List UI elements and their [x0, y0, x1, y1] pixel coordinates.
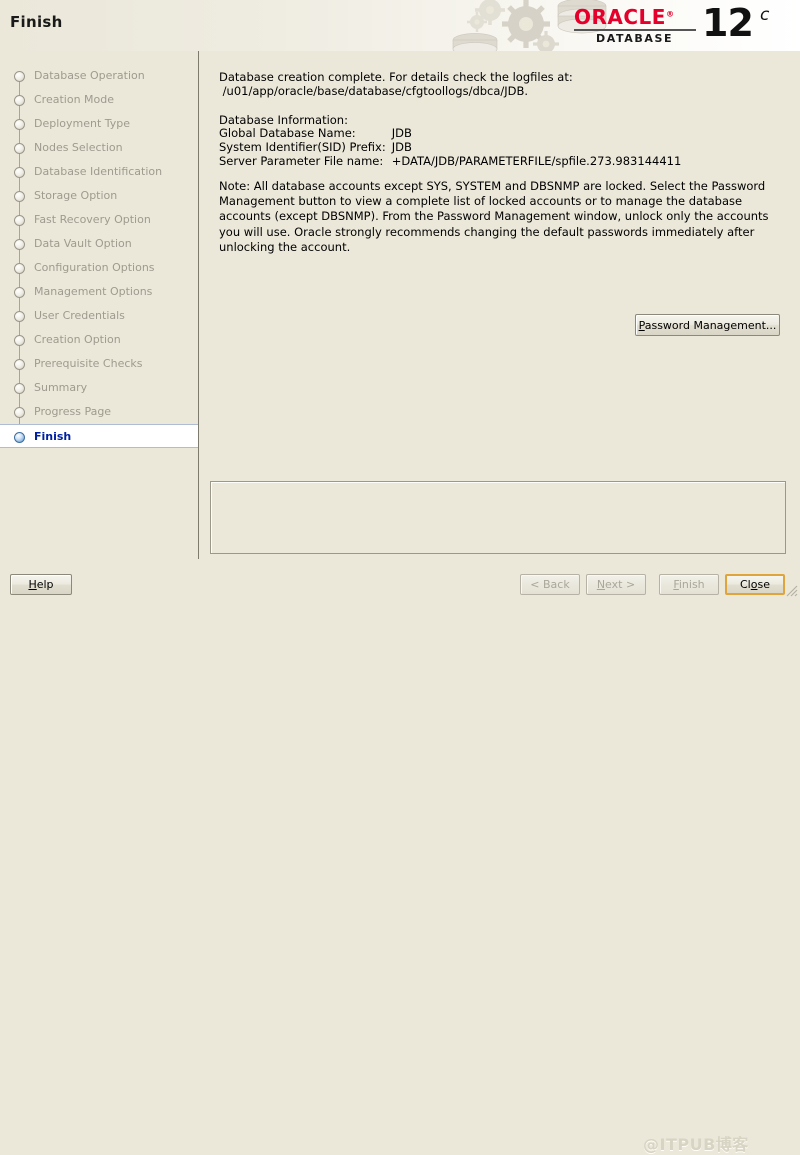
- sidebar-item-label: Prerequisite Checks: [34, 357, 143, 370]
- window-header: Finish ORACLE® DATABASE 12 c: [0, 0, 800, 51]
- sidebar-item-label: Storage Option: [34, 189, 118, 202]
- sidebar-item-label: Management Options: [34, 285, 153, 298]
- step-bullet-icon: [14, 335, 25, 346]
- dbca-finish-window: Finish ORACLE® DATABASE 12 c Database Op…: [0, 0, 800, 1154]
- step-bullet-icon: [14, 287, 25, 298]
- info-value: JDB: [391, 140, 412, 154]
- page-title: Finish: [10, 13, 63, 31]
- step-bullet-icon: [14, 239, 25, 250]
- finish-button[interactable]: Finish: [659, 574, 719, 595]
- step-bullet-icon: [14, 432, 25, 443]
- info-value: +DATA/JDB/PARAMETERFILE/spfile.273.98314…: [391, 154, 682, 168]
- wizard-step-list: Database Operation Creation Mode Deploymen…: [0, 64, 198, 448]
- step-bullet-icon: [14, 71, 25, 82]
- database-information-row: System Identifier(SID) Prefix: JDB: [219, 141, 681, 155]
- step-bullet-icon: [14, 407, 25, 418]
- resize-grip-icon[interactable]: [784, 583, 798, 597]
- database-information-row: Global Database Name: JDB: [219, 127, 681, 141]
- sidebar-item-label: User Credentials: [34, 309, 125, 322]
- back-button[interactable]: < Back: [520, 574, 580, 595]
- password-note: Note: All database accounts except SYS, …: [219, 179, 769, 254]
- sidebar-item-progress-page[interactable]: Progress Page: [0, 400, 198, 424]
- sidebar-item-fast-recovery-option[interactable]: Fast Recovery Option: [0, 208, 198, 232]
- sidebar-item-label: Data Vault Option: [34, 237, 132, 250]
- step-bullet-icon: [14, 119, 25, 130]
- sidebar-item-management-options[interactable]: Management Options: [0, 280, 198, 304]
- registered-trademark-icon: ®: [665, 9, 675, 19]
- sidebar-item-deployment-type[interactable]: Deployment Type: [0, 112, 198, 136]
- step-bullet-icon: [14, 383, 25, 394]
- sidebar-item-user-credentials[interactable]: User Credentials: [0, 304, 198, 328]
- info-key: Server Parameter File name:: [219, 154, 384, 168]
- step-bullet-icon: [14, 263, 25, 274]
- sidebar-item-creation-mode[interactable]: Creation Mode: [0, 88, 198, 112]
- sidebar-item-label: Configuration Options: [34, 261, 155, 274]
- sidebar-item-prerequisite-checks[interactable]: Prerequisite Checks: [0, 352, 198, 376]
- completion-message: Database creation complete. For details …: [219, 70, 573, 98]
- itpub-watermark: @ITPUB博客: [643, 1135, 749, 1154]
- oracle-logo: ORACLE® DATABASE 12 c: [574, 1, 792, 49]
- version-suffix: c: [760, 5, 770, 25]
- step-bullet-icon: [14, 143, 25, 154]
- version-number: 12: [702, 1, 754, 45]
- sidebar-item-label: Progress Page: [34, 405, 112, 418]
- database-wordmark: DATABASE: [596, 32, 674, 45]
- info-key: System Identifier(SID) Prefix:: [219, 140, 386, 154]
- wizard-sidebar: Database Operation Creation Mode Deploymen…: [0, 51, 199, 559]
- sidebar-item-label: Fast Recovery Option: [34, 213, 151, 226]
- step-bullet-icon: [14, 167, 25, 178]
- window-footer: Help < Back Next > Finish Close @ITPUB博客: [0, 559, 800, 1154]
- sidebar-item-label: Deployment Type: [34, 117, 131, 130]
- status-output-panel: [210, 481, 786, 554]
- oracle-wordmark: ORACLE®: [574, 5, 675, 29]
- sidebar-item-storage-option[interactable]: Storage Option: [0, 184, 198, 208]
- step-bullet-icon: [14, 359, 25, 370]
- database-information-table: Global Database Name: JDB System Identifie…: [219, 127, 681, 169]
- sidebar-item-database-operation[interactable]: Database Operation: [0, 64, 198, 88]
- close-button[interactable]: Close: [725, 574, 785, 595]
- step-bullet-icon: [14, 311, 25, 322]
- database-information-row: Server Parameter File name: +DATA/JDB/PAR…: [219, 155, 681, 169]
- step-bullet-icon: [14, 215, 25, 226]
- sidebar-item-configuration-options[interactable]: Configuration Options: [0, 256, 198, 280]
- sidebar-item-label: Summary: [34, 381, 88, 394]
- help-button[interactable]: Help: [10, 574, 72, 595]
- sidebar-item-label: Finish: [34, 430, 72, 443]
- content-pane: Database creation complete. For details …: [200, 51, 800, 559]
- sidebar-item-label: Database Operation: [34, 69, 145, 82]
- window-body: Database Operation Creation Mode Deploymen…: [0, 51, 800, 559]
- sidebar-item-label: Nodes Selection: [34, 141, 123, 154]
- sidebar-item-data-vault-option[interactable]: Data Vault Option: [0, 232, 198, 256]
- info-key: Global Database Name:: [219, 126, 356, 140]
- sidebar-item-database-identification[interactable]: Database Identification: [0, 160, 198, 184]
- sidebar-item-creation-option[interactable]: Creation Option: [0, 328, 198, 352]
- password-management-button[interactable]: Password Management...: [635, 314, 780, 336]
- sidebar-item-label: Creation Option: [34, 333, 121, 346]
- sidebar-item-finish[interactable]: Finish: [0, 424, 198, 448]
- database-information-heading: Database Information:: [219, 113, 348, 127]
- step-bullet-icon: [14, 95, 25, 106]
- sidebar-item-nodes-selection[interactable]: Nodes Selection: [0, 136, 198, 160]
- sidebar-item-summary[interactable]: Summary: [0, 376, 198, 400]
- sidebar-item-label: Creation Mode: [34, 93, 115, 106]
- step-bullet-icon: [14, 191, 25, 202]
- info-value: JDB: [391, 126, 412, 140]
- logo-divider-rule: [574, 29, 696, 31]
- next-button[interactable]: Next >: [586, 574, 646, 595]
- sidebar-item-label: Database Identification: [34, 165, 163, 178]
